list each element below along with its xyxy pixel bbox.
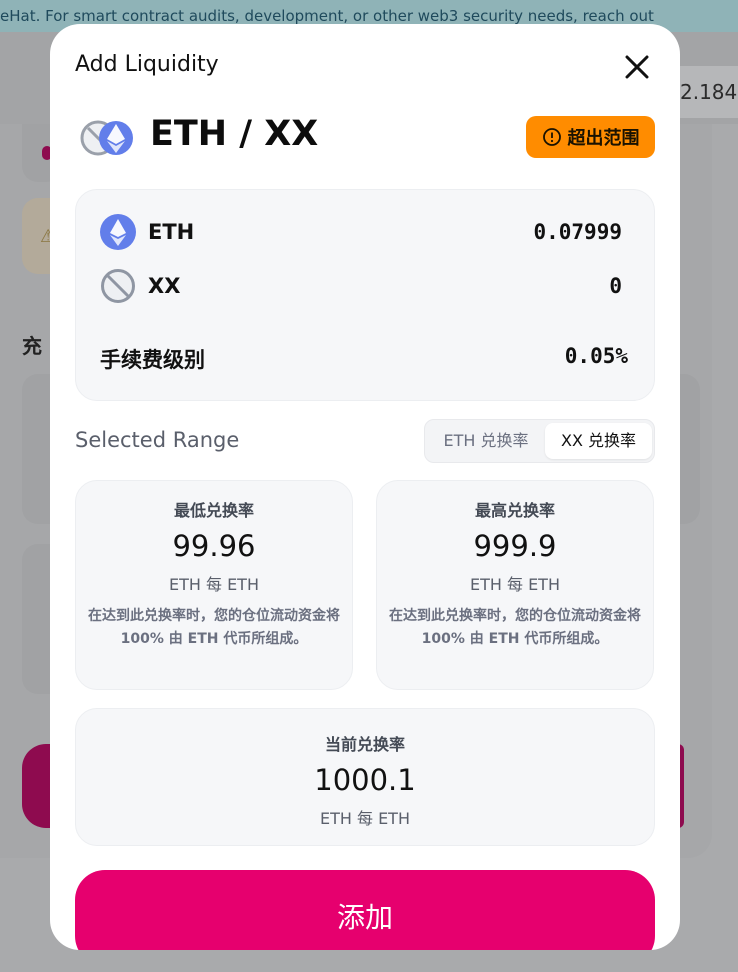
min-price-value: 99.96 [172, 529, 256, 563]
out-of-range-badge: 超出范围 [526, 116, 655, 158]
close-icon[interactable] [622, 52, 652, 82]
add-liquidity-modal: Add Liquidity ETH / XX 超出范围 ETH 0.07999 [50, 24, 680, 950]
token-amount: 0 [609, 274, 622, 298]
max-price-card: 最高兑换率 999.9 ETH 每 ETH 在达到此兑换率时，您的仓位流动资金将… [376, 480, 654, 690]
max-price-label: 最高兑换率 [474, 501, 555, 520]
token-symbol: XX [148, 274, 181, 298]
rate-toggle: ETH 兑换率 XX 兑换率 [424, 419, 655, 463]
toggle-xx-rate[interactable]: XX 兑换率 [545, 423, 652, 459]
token-amounts-panel: ETH 0.07999 XX 0 手续费级别 0.05% [75, 189, 655, 401]
fee-tier-value: 0.05% [564, 344, 628, 368]
token-pair-icon [80, 120, 133, 156]
background-section-label: 充 [22, 334, 42, 358]
fee-tier-label: 手续费级别 [100, 348, 205, 372]
token-amount: 0.07999 [533, 220, 622, 244]
max-price-value: 999.9 [473, 529, 557, 563]
max-price-unit: ETH 每 ETH [469, 575, 560, 594]
badge-label: 超出范围 [567, 128, 640, 149]
unknown-token-icon [101, 269, 135, 303]
token-row-eth: ETH 0.07999 [100, 212, 622, 252]
add-button[interactable]: 添加 [75, 870, 655, 950]
alert-circle-icon [542, 128, 561, 146]
selected-range-label: Selected Range [75, 428, 240, 452]
token-row-xx: XX 0 [100, 266, 622, 306]
modal-title: Add Liquidity [75, 52, 219, 77]
pair-title: ETH / XX [150, 114, 319, 154]
min-price-note: 在达到此兑换率时，您的仓位流动资金将 100% 由 ETH 代币所组成。 [88, 608, 340, 647]
eth-icon [100, 214, 136, 250]
current-price-value: 1000.1 [314, 763, 416, 797]
current-price-label: 当前兑换率 [324, 735, 405, 754]
background-deposit-box-edge [680, 374, 700, 524]
max-price-note: 在达到此兑换率时，您的仓位流动资金将 100% 由 ETH 代币所组成。 [389, 608, 641, 647]
toggle-eth-rate[interactable]: ETH 兑换率 [429, 423, 543, 459]
min-price-card: 最低兑换率 99.96 ETH 每 ETH 在达到此兑换率时，您的仓位流动资金将… [75, 480, 353, 690]
min-price-unit: ETH 每 ETH [168, 575, 259, 594]
current-price-card: 当前兑换率 1000.1 ETH 每 ETH [75, 708, 655, 846]
current-price-unit: ETH 每 ETH [319, 809, 410, 828]
min-price-label: 最低兑换率 [173, 501, 254, 520]
token-symbol: ETH [148, 220, 195, 244]
pair-icons [80, 118, 140, 158]
